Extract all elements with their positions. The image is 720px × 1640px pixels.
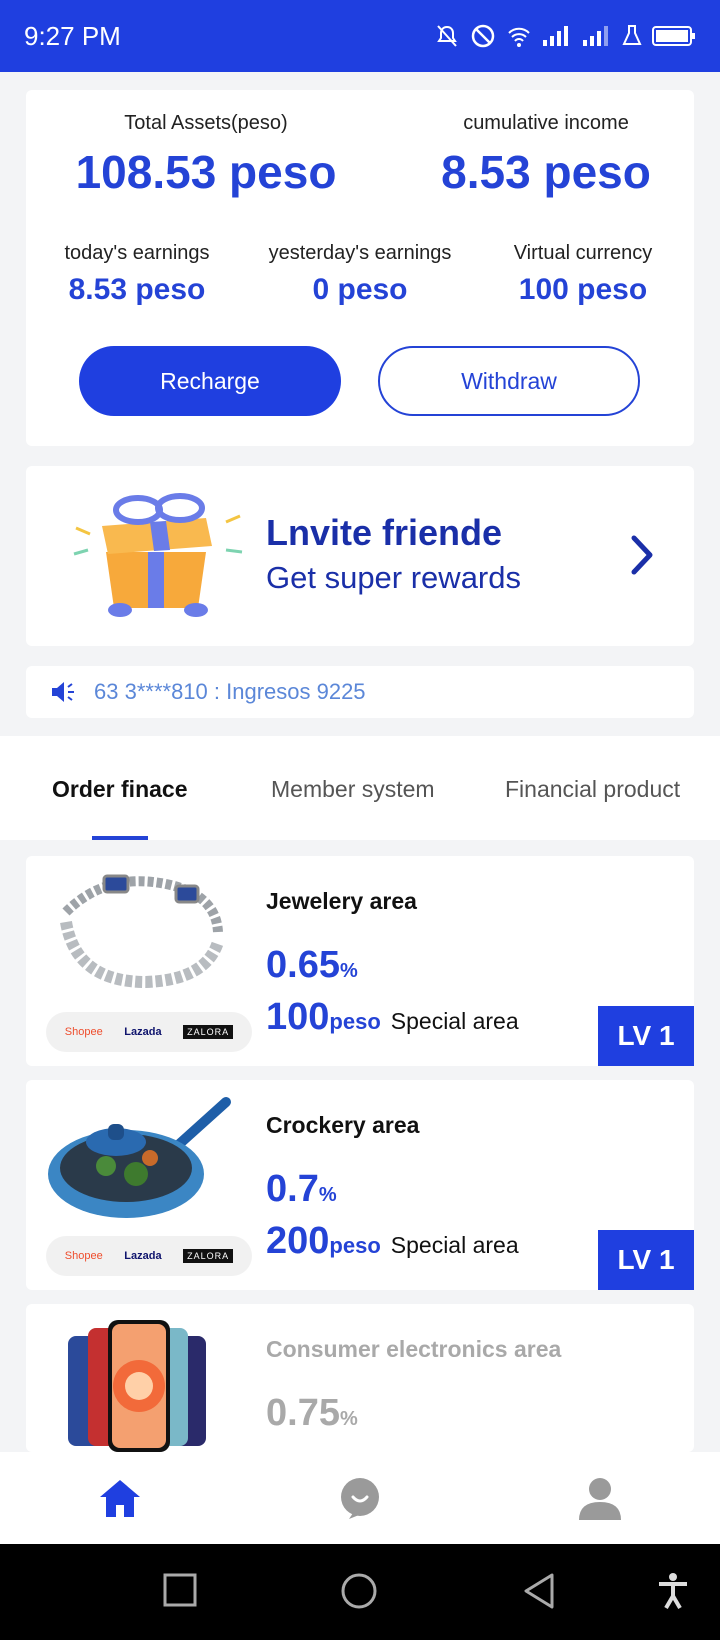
shopee-logo: Shopee (64, 1026, 103, 1038)
yesterday-earnings-label: yesterday's earnings (268, 242, 452, 264)
notice-text: 63 3****810 : Ingresos 9225 (94, 679, 366, 704)
virtual-currency-label: Virtual currency (513, 242, 653, 264)
status-time: 9:27 PM (24, 20, 121, 51)
today-earnings-value: 8.53 peso (68, 273, 206, 306)
bracelet-image (60, 874, 224, 989)
status-bar: 9:27 PM (0, 0, 720, 72)
level-badge: LV 1 (598, 1230, 694, 1290)
yesterday-earnings: yesterday's earnings 0 peso (248, 242, 472, 307)
today-earnings-label: today's earnings (64, 242, 210, 264)
zalora-logo: ZALORA (183, 1025, 234, 1039)
home-icon (100, 1480, 140, 1517)
flask-icon (622, 25, 642, 45)
product-card-crockery[interactable]: Shopee Lazada ZALORA Crockery area 0.7% … (26, 1080, 694, 1290)
status-icons (434, 23, 696, 49)
invite-subtitle: Get super rewards (266, 560, 521, 595)
level-badge: LV 1 (598, 1006, 694, 1066)
product-name: Jewelery area (266, 888, 417, 914)
zalora-logo: ZALORA (183, 1249, 234, 1263)
withdraw-button[interactable]: Withdraw (378, 346, 640, 416)
invite-banner[interactable]: Lnvite friende Get super rewards (26, 466, 694, 646)
chevron-right-icon[interactable] (628, 534, 656, 576)
product-rate: 0.7% (266, 1168, 337, 1210)
yesterday-earnings-value: 0 peso (312, 273, 408, 306)
nav-home[interactable] (80, 1468, 160, 1528)
virtual-currency: Virtual currency 100 peso (472, 242, 694, 307)
user-icon (579, 1478, 621, 1520)
phones-image (68, 1320, 206, 1452)
total-assets-value: 108.53 peso (75, 146, 337, 198)
tab-order-finace[interactable]: Order finace (52, 776, 188, 803)
nav-profile[interactable] (560, 1468, 640, 1528)
recents-icon[interactable] (162, 1572, 198, 1608)
invite-title: Lnvite friende (266, 512, 503, 553)
active-tab-indicator (92, 836, 148, 840)
brand-strip: Shopee Lazada ZALORA (46, 1012, 252, 1052)
product-rate: 0.75% (266, 1392, 358, 1434)
recharge-button[interactable]: Recharge (79, 346, 341, 416)
dnd-icon (471, 24, 495, 48)
wifi-icon (508, 27, 530, 47)
product-price: 100 peso Special area (266, 996, 519, 1038)
speaker-icon (52, 682, 74, 702)
chat-icon (341, 1478, 379, 1519)
total-assets: Total Assets(peso) 108.53 peso (26, 112, 386, 199)
product-card-electronics[interactable]: Consumer electronics area 0.75% (26, 1304, 694, 1452)
product-card-jewelery[interactable]: Shopee Lazada ZALORA Jewelery area 0.65%… (26, 856, 694, 1066)
gift-box-icon (73, 493, 243, 617)
product-name: Crockery area (266, 1112, 420, 1138)
tab-member-system[interactable]: Member system (271, 776, 435, 803)
brand-strip: Shopee Lazada ZALORA (46, 1236, 252, 1276)
lazada-logo: Lazada (124, 1250, 162, 1262)
pan-image (48, 1097, 231, 1218)
cumulative-income-value: 8.53 peso (441, 146, 651, 198)
lazada-logo: Lazada (124, 1026, 162, 1038)
cumulative-income: cumulative income 8.53 peso (366, 112, 720, 199)
signal-icon-2 (583, 26, 608, 46)
system-nav-bar (0, 1544, 720, 1640)
cumulative-income-label: cumulative income (463, 112, 629, 134)
bottom-nav (0, 1452, 720, 1544)
tab-financial-product[interactable]: Financial product (505, 776, 680, 803)
accessibility-icon[interactable] (656, 1572, 690, 1610)
tab-bar: Order finace Member system Financial pro… (0, 736, 720, 840)
product-name: Consumer electronics area (266, 1336, 562, 1362)
signal-icon (543, 26, 568, 46)
battery-icon (652, 26, 695, 46)
virtual-currency-value: 100 peso (518, 273, 648, 306)
product-price: 200 peso Special area (266, 1220, 519, 1262)
product-rate: 0.65% (266, 944, 358, 986)
back-icon[interactable] (522, 1572, 558, 1610)
notice-bar: 63 3****810 : Ingresos 9225 (26, 666, 694, 718)
nav-chat[interactable] (320, 1468, 400, 1528)
shopee-logo: Shopee (64, 1250, 103, 1262)
assets-card: Total Assets(peso) 108.53 peso cumulativ… (26, 90, 694, 446)
today-earnings: today's earnings 8.53 peso (26, 242, 248, 307)
total-assets-label: Total Assets(peso) (124, 112, 288, 134)
mute-icon (437, 25, 457, 47)
home-button-icon[interactable] (340, 1572, 378, 1610)
